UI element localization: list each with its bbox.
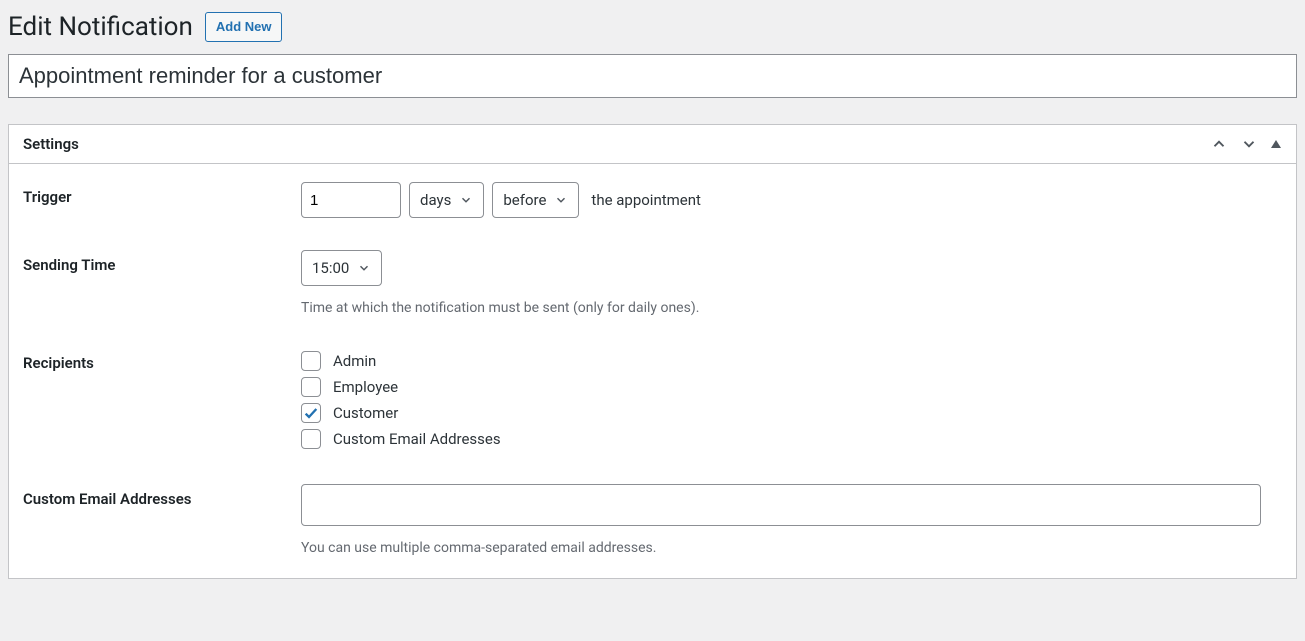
panel-move-down-button[interactable] (1240, 135, 1258, 153)
recipient-checkbox[interactable] (301, 403, 321, 423)
trigger-number-input[interactable] (301, 182, 401, 218)
sending-time-value: 15:00 (312, 259, 349, 277)
chevron-down-icon (554, 193, 568, 207)
page-title: Edit Notification (8, 12, 193, 42)
settings-panel: Settings Trigger days (8, 124, 1297, 579)
trigger-relation-value: before (503, 191, 546, 209)
chevron-down-icon (1240, 135, 1258, 153)
chevron-up-icon (1210, 135, 1228, 153)
recipient-option: Admin (301, 348, 1282, 374)
sending-time-select[interactable]: 15:00 (301, 250, 382, 286)
recipient-option-label: Custom Email Addresses (333, 430, 501, 448)
check-icon (303, 405, 319, 421)
recipients-label: Recipients (23, 348, 301, 372)
recipient-checkbox[interactable] (301, 429, 321, 449)
panel-toggle-button[interactable] (1270, 138, 1282, 150)
custom-emails-label: Custom Email Addresses (23, 484, 301, 508)
settings-panel-header: Settings (9, 125, 1296, 164)
add-new-button[interactable]: Add New (205, 12, 283, 42)
recipient-checkbox[interactable] (301, 377, 321, 397)
trigger-label: Trigger (23, 182, 301, 206)
chevron-down-icon (357, 261, 371, 275)
trigger-suffix-text: the appointment (591, 191, 701, 209)
recipient-option-label: Employee (333, 378, 398, 396)
trigger-relation-select[interactable]: before (492, 182, 579, 218)
recipient-option: Custom Email Addresses (301, 426, 1282, 452)
recipients-list: Admin Employee Customer Custom Email Addres… (301, 348, 1282, 452)
chevron-down-icon (459, 193, 473, 207)
notification-title-input[interactable] (8, 54, 1297, 98)
settings-panel-title: Settings (23, 135, 79, 153)
recipient-option-label: Customer (333, 404, 398, 422)
trigger-unit-select[interactable]: days (409, 182, 484, 218)
trigger-unit-value: days (420, 191, 451, 209)
triangle-up-icon (1270, 138, 1282, 150)
custom-emails-input[interactable] (301, 484, 1261, 526)
custom-emails-help: You can use multiple comma-separated ema… (301, 540, 1282, 556)
recipient-option-label: Admin (333, 352, 376, 370)
recipient-option: Employee (301, 374, 1282, 400)
sending-time-help: Time at which the notification must be s… (301, 300, 1282, 316)
recipient-checkbox[interactable] (301, 351, 321, 371)
sending-time-label: Sending Time (23, 250, 301, 274)
panel-move-up-button[interactable] (1210, 135, 1228, 153)
recipient-option: Customer (301, 400, 1282, 426)
